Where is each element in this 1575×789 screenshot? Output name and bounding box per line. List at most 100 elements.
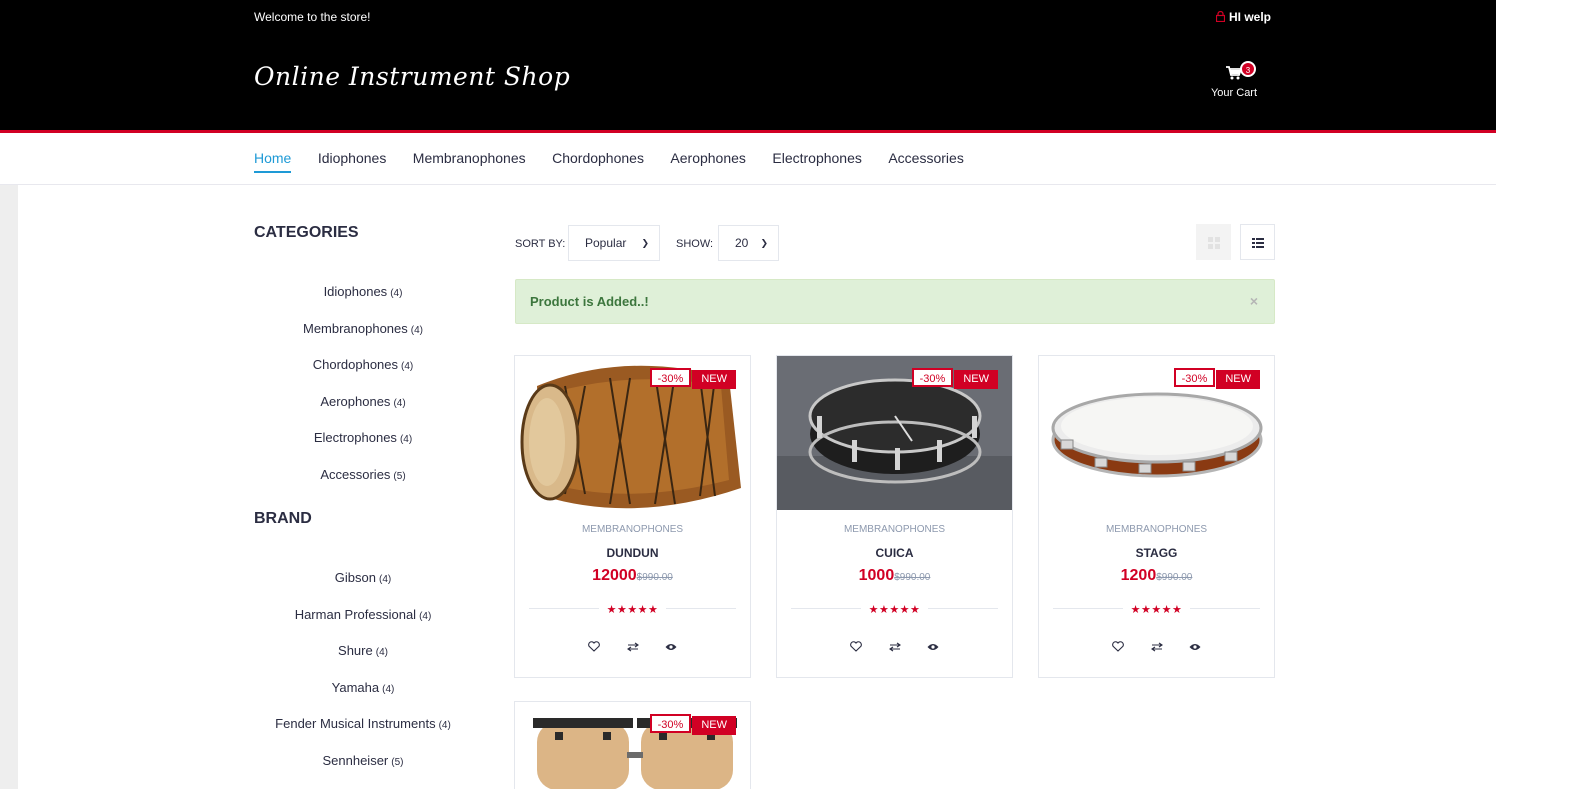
site-logo[interactable]: Online Instrument Shop (254, 62, 570, 91)
product-name[interactable]: STAGG (1039, 546, 1274, 560)
product-rating: ★★★★★ (791, 603, 998, 627)
category-item[interactable]: Membranophones (4) (254, 321, 472, 358)
quick-view-button[interactable] (1178, 639, 1212, 653)
product-name[interactable]: CUICA (777, 546, 1012, 560)
old-price: $990.00 (1156, 572, 1193, 583)
wishlist-button[interactable] (577, 639, 611, 653)
compare-button[interactable] (878, 639, 912, 653)
show-count-select[interactable]: 20 ❯ (718, 225, 779, 261)
compare-button[interactable] (616, 639, 650, 653)
compare-button[interactable] (1140, 639, 1174, 653)
brand-item[interactable]: Yamaha (4) (254, 680, 472, 717)
cart-label: Your Cart (1210, 87, 1258, 99)
category-item[interactable]: Electrophones (4) (254, 430, 472, 467)
page-edge-shadow (0, 185, 18, 789)
wishlist-button[interactable] (839, 639, 873, 653)
current-price: 1000 (858, 567, 895, 584)
alert-message: Product is Added..! (530, 294, 649, 309)
product-price: 12000$990.00 (515, 567, 750, 585)
nav-item-chordophones[interactable]: Chordophones (552, 150, 644, 171)
new-badge: NEW (1216, 370, 1260, 389)
category-item[interactable]: Aerophones (4) (254, 394, 472, 431)
chevron-down-icon: ❯ (641, 238, 649, 248)
list-view-button[interactable] (1240, 224, 1275, 260)
product-card[interactable]: -30% NEW (514, 701, 751, 789)
product-card[interactable]: -30% NEW MEMBRANOPHONES STAGG 1200$990.00… (1038, 355, 1275, 678)
sale-badge: -30% (911, 368, 954, 387)
product-labels: -30% NEW (649, 714, 736, 735)
heart-icon (1112, 641, 1124, 653)
brand-item[interactable]: Fender Musical Instruments (4) (254, 716, 472, 753)
new-badge: NEW (954, 370, 998, 389)
new-badge: NEW (692, 370, 736, 389)
exchange-icon (888, 642, 901, 652)
sale-badge: -30% (649, 368, 692, 387)
sale-badge: -30% (1173, 368, 1216, 387)
product-actions (515, 637, 750, 655)
brand-item[interactable]: Shure (4) (254, 643, 472, 680)
category-item[interactable]: Accessories (5) (254, 467, 472, 504)
main-navigation: Home Idiophones Membranophones Chordopho… (0, 136, 1496, 185)
brand-item[interactable]: Sennheiser (5) (254, 753, 472, 789)
product-labels: -30% NEW (1173, 368, 1260, 389)
exchange-icon (626, 642, 639, 652)
product-price: 1000$990.00 (777, 567, 1012, 585)
sort-by-value: Popular (585, 236, 627, 250)
category-item[interactable]: Chordophones (4) (254, 357, 472, 394)
nav-item-accessories[interactable]: Accessories (888, 150, 963, 171)
product-category: MEMBRANOPHONES (1105, 524, 1208, 535)
current-price: 1200 (1120, 567, 1157, 584)
eye-icon (665, 643, 677, 650)
product-card[interactable]: -30% NEW MEMBRANOPHONES CUICA 1000$990.00… (776, 355, 1013, 678)
rating-stars: ★★★★★ (860, 603, 929, 616)
cart-button[interactable]: 3 Your Cart (1200, 60, 1268, 99)
categories-title: CATEGORIES (254, 224, 359, 241)
account-greeting: HI welp (1229, 10, 1272, 24)
product-name[interactable]: DUNDUN (515, 546, 750, 560)
close-icon[interactable]: × (1250, 293, 1258, 309)
product-labels: -30% NEW (649, 368, 736, 389)
show-count-value: 20 (735, 236, 749, 250)
grid-view-button[interactable] (1196, 224, 1231, 260)
welcome-message: Welcome to the store! (254, 10, 371, 24)
nav-item-electrophones[interactable]: Electrophones (772, 150, 862, 171)
account-link[interactable]: HI welp (1216, 10, 1271, 24)
quick-view-button[interactable] (916, 639, 950, 653)
category-item[interactable]: Idiophones (4) (254, 284, 472, 321)
brand-list: Gibson (4) Harman Professional (4) Shure (4… (254, 570, 472, 789)
nav-item-aerophones[interactable]: Aerophones (670, 150, 746, 171)
rating-stars: ★★★★★ (598, 603, 667, 616)
chevron-down-icon: ❯ (760, 238, 768, 248)
rating-stars: ★★★★★ (1122, 603, 1191, 616)
product-price: 1200$990.00 (1039, 567, 1274, 585)
sale-badge: -30% (649, 714, 692, 733)
show-label: SHOW: (676, 238, 714, 250)
header: Welcome to the store! HI welp Online Ins… (0, 0, 1496, 133)
heart-icon (850, 641, 862, 653)
product-rating: ★★★★★ (1053, 603, 1260, 627)
eye-icon (927, 643, 939, 650)
wishlist-button[interactable] (1101, 639, 1135, 653)
brand-title: BRAND (254, 510, 312, 527)
quick-view-button[interactable] (654, 639, 688, 653)
nav-item-membranophones[interactable]: Membranophones (413, 150, 526, 171)
old-price: $990.00 (636, 572, 673, 583)
lock-icon (1216, 11, 1225, 22)
current-price: 12000 (592, 567, 637, 584)
sort-by-label: SORT BY: (515, 238, 566, 250)
product-actions (1039, 637, 1274, 655)
cart-count-badge: 3 (1240, 61, 1256, 77)
sort-by-select[interactable]: Popular ❯ (568, 225, 660, 261)
product-labels: -30% NEW (911, 368, 998, 389)
brand-item[interactable]: Harman Professional (4) (254, 607, 472, 644)
product-rating: ★★★★★ (529, 603, 736, 627)
product-card[interactable]: -30% NEW MEMBRANOPHONES DUNDUN 12000$990.… (514, 355, 751, 678)
exchange-icon (1150, 642, 1163, 652)
old-price: $990.00 (894, 572, 931, 583)
success-alert: Product is Added..! × (515, 279, 1275, 324)
brand-item[interactable]: Gibson (4) (254, 570, 472, 607)
nav-item-home[interactable]: Home (254, 150, 292, 173)
nav-item-idiophones[interactable]: Idiophones (318, 150, 387, 171)
product-category: MEMBRANOPHONES (581, 524, 684, 535)
grid-icon (1207, 236, 1220, 249)
